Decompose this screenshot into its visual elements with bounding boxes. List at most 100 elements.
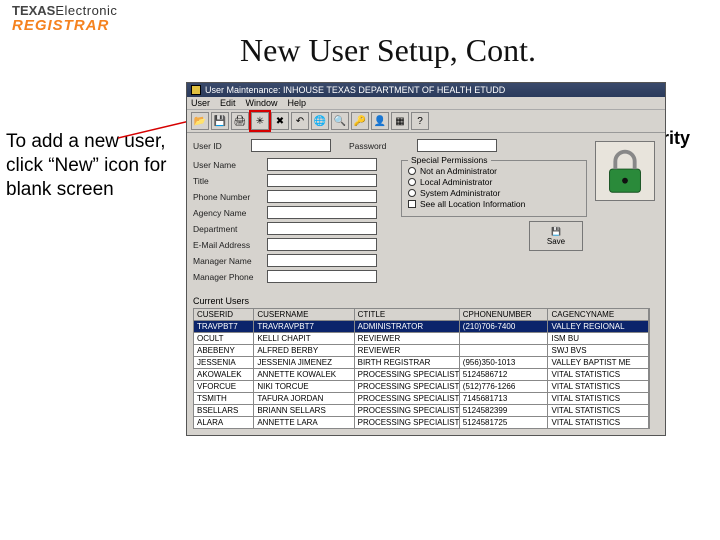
table-cell: 7145681713: [459, 393, 548, 405]
new-icon[interactable]: ✳: [251, 112, 269, 130]
table-row[interactable]: JESSENIAJESSENIA JIMENEZBIRTH REGISTRAR(…: [194, 357, 649, 369]
disk-icon: 💾: [551, 227, 561, 236]
check-see-all-locations[interactable]: [408, 200, 416, 208]
logo-texas: TEXAS: [12, 3, 55, 18]
table-row[interactable]: ABEBENYALFRED BERBYREVIEWERSWJ BVS: [194, 345, 649, 357]
col-header[interactable]: CUSERID: [194, 309, 254, 321]
input-title[interactable]: [267, 174, 377, 187]
print-icon[interactable]: 🖨: [231, 112, 249, 130]
table-cell: (956)350-1013: [459, 357, 548, 369]
input-manager[interactable]: [267, 254, 377, 267]
grid-heading: Current Users: [193, 296, 659, 306]
table-cell: (210)706-7400: [459, 321, 548, 333]
undo-icon[interactable]: ↶: [291, 112, 309, 130]
delete-icon[interactable]: ✖: [271, 112, 289, 130]
logo-registrar: REGISTRAR: [12, 17, 109, 34]
lock-image: [595, 141, 655, 201]
menu-user[interactable]: User: [191, 98, 210, 108]
col-header[interactable]: CTITLE: [354, 309, 459, 321]
table-cell: PROCESSING SPECIALIST: [354, 417, 459, 429]
label-title: Title: [193, 176, 263, 186]
table-cell: PROCESSING SPECIALIST: [354, 381, 459, 393]
instruction-text: To add a new user, click “New” icon for …: [6, 130, 186, 201]
table-row[interactable]: ALARAANNETTE LARAPROCESSING SPECIALIST51…: [194, 417, 649, 429]
radio-local-admin[interactable]: [408, 178, 416, 186]
table-cell: REVIEWER: [354, 333, 459, 345]
input-dept[interactable]: [267, 222, 377, 235]
table-cell: 5124582399: [459, 405, 548, 417]
table-cell: REVIEWER: [354, 345, 459, 357]
input-username[interactable]: [267, 158, 377, 171]
menu-window[interactable]: Window: [246, 98, 278, 108]
table-cell: PROCESSING SPECIALIST: [354, 369, 459, 381]
table-cell: ADMINISTRATOR: [354, 321, 459, 333]
label-password: Password: [349, 141, 399, 151]
app-icon: [191, 85, 201, 95]
label-phone: Phone Number: [193, 192, 263, 202]
label-userid: User ID: [193, 141, 233, 151]
table-cell: TRAVRAVPBT7: [254, 321, 354, 333]
table-row[interactable]: AKOWALEKANNETTE KOWALEKPROCESSING SPECIA…: [194, 369, 649, 381]
table-cell: ANNETTE KOWALEK: [254, 369, 354, 381]
input-email[interactable]: [267, 238, 377, 251]
table-cell: TRAVPBT7: [194, 321, 254, 333]
table-row[interactable]: OCULTKELLI CHAPITREVIEWER ISM BU: [194, 333, 649, 345]
search-icon[interactable]: 🔍: [331, 112, 349, 130]
scrollbar[interactable]: [649, 308, 659, 429]
table-cell: KELLI CHAPIT: [254, 333, 354, 345]
table-cell: VITAL STATISTICS: [548, 393, 649, 405]
folder-open-icon[interactable]: 📂: [191, 112, 209, 130]
menu-edit[interactable]: Edit: [220, 98, 236, 108]
table-row[interactable]: BSELLARSBRIANN SELLARSPROCESSING SPECIAL…: [194, 405, 649, 417]
table-cell: VITAL STATISTICS: [548, 417, 649, 429]
table-cell: TSMITH: [194, 393, 254, 405]
col-header[interactable]: CPHONENUMBER: [459, 309, 548, 321]
table-cell: VITAL STATISTICS: [548, 369, 649, 381]
table-row[interactable]: VFORCUENIKI TORCUEPROCESSING SPECIALIST(…: [194, 381, 649, 393]
save-icon[interactable]: 💾: [211, 112, 229, 130]
table-cell: [459, 333, 548, 345]
table-cell: VITAL STATISTICS: [548, 405, 649, 417]
table-cell: SWJ BVS: [548, 345, 649, 357]
table-row[interactable]: TSMITHTAFURA JORDANPROCESSING SPECIALIST…: [194, 393, 649, 405]
col-header[interactable]: CUSERNAME: [254, 309, 354, 321]
input-agency[interactable]: [267, 206, 377, 219]
logo: TEXASElectronic REGISTRAR: [12, 4, 117, 35]
table-cell: ANNETTE LARA: [254, 417, 354, 429]
save-label: Save: [547, 237, 565, 246]
table-cell: ALARA: [194, 417, 254, 429]
input-mgrphone[interactable]: [267, 270, 377, 283]
table-cell: ISM BU: [548, 333, 649, 345]
label-mgrphone: Manager Phone: [193, 272, 263, 282]
radio-system-admin[interactable]: [408, 189, 416, 197]
menubar: User Edit Window Help: [187, 97, 665, 110]
input-userid[interactable]: [251, 139, 331, 152]
label-check: See all Location Information: [420, 199, 525, 209]
input-phone[interactable]: [267, 190, 377, 203]
save-button[interactable]: 💾 Save: [529, 221, 583, 251]
table-cell: VALLEY REGIONAL: [548, 321, 649, 333]
user-icon[interactable]: 👤: [371, 112, 389, 130]
permissions-group: Special Permissions Not an Administrator…: [401, 160, 587, 217]
radio-not-admin[interactable]: [408, 167, 416, 175]
table-row[interactable]: TRAVPBT7TRAVRAVPBT7ADMINISTRATOR(210)706…: [194, 321, 649, 333]
key-icon[interactable]: 🔑: [351, 112, 369, 130]
table-cell: JESSENIA: [194, 357, 254, 369]
table-cell: (512)776-1266: [459, 381, 548, 393]
help-icon[interactable]: ?: [411, 112, 429, 130]
users-table[interactable]: CUSERIDCUSERNAMECTITLECPHONENUMBERCAGENC…: [193, 308, 649, 429]
menu-help[interactable]: Help: [288, 98, 307, 108]
table-cell: TAFURA JORDAN: [254, 393, 354, 405]
window-title: User Maintenance: INHOUSE TEXAS DEPARTME…: [205, 85, 505, 95]
table-cell: [459, 345, 548, 357]
grid-icon[interactable]: ▦: [391, 112, 409, 130]
table-cell: NIKI TORCUE: [254, 381, 354, 393]
input-password[interactable]: [417, 139, 497, 152]
table-cell: 5124586712: [459, 369, 548, 381]
globe-icon[interactable]: 🌐: [311, 112, 329, 130]
table-cell: PROCESSING SPECIALIST: [354, 393, 459, 405]
col-header[interactable]: CAGENCYNAME: [548, 309, 649, 321]
table-cell: OCULT: [194, 333, 254, 345]
label-radio-1: Local Administrator: [420, 177, 492, 187]
logo-electronic: Electronic: [55, 3, 117, 18]
